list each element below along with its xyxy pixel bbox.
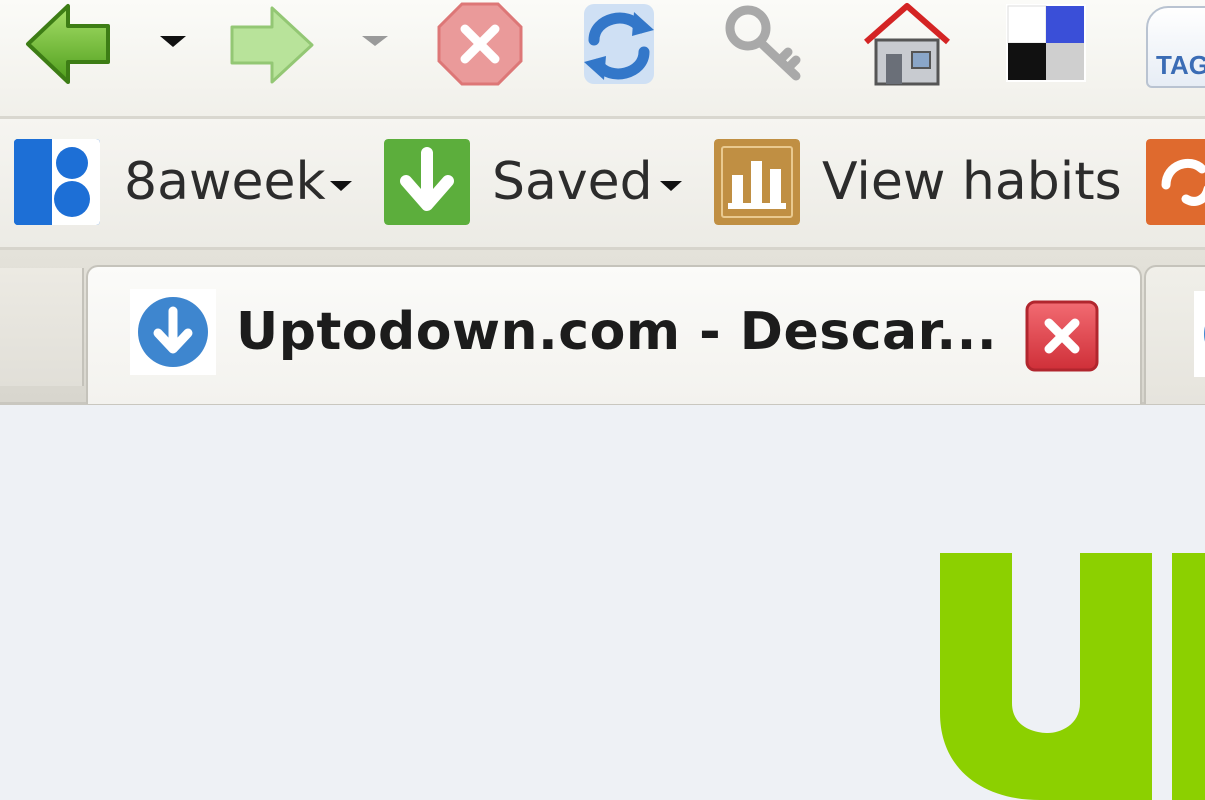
bookmark-label: 8aweek bbox=[124, 152, 326, 212]
home-icon[interactable] bbox=[862, 0, 952, 88]
tag-icon[interactable]: TAG bbox=[1146, 6, 1205, 88]
chevron-down-icon bbox=[330, 181, 352, 191]
page-content bbox=[0, 405, 1205, 800]
sync-icon[interactable] bbox=[1146, 139, 1205, 225]
tab-title: Uptodown.com - Descar... bbox=[236, 302, 996, 362]
forward-history-dropdown[interactable] bbox=[362, 36, 388, 46]
back-history-dropdown[interactable] bbox=[160, 36, 186, 47]
8aweek-icon bbox=[14, 139, 100, 225]
tab-next[interactable] bbox=[1144, 265, 1205, 404]
uptodown-logo[interactable] bbox=[940, 553, 1205, 800]
delicious-icon[interactable] bbox=[1004, 2, 1088, 84]
navigation-toolbar: TAG bbox=[0, 0, 1205, 119]
forward-arrow-icon[interactable] bbox=[226, 4, 316, 86]
bar-chart-icon bbox=[714, 139, 800, 225]
close-icon[interactable] bbox=[1024, 299, 1100, 373]
bookmarks-toolbar: 8aweek Saved View habits bbox=[0, 119, 1205, 250]
tab-favicon-icon bbox=[1194, 291, 1205, 377]
bookmark-label: View habits bbox=[822, 152, 1122, 212]
stop-icon[interactable] bbox=[435, 0, 525, 88]
tab-inactive[interactable] bbox=[0, 268, 84, 386]
saved-download-icon bbox=[384, 139, 470, 225]
tag-icon-label: TAG bbox=[1156, 50, 1205, 80]
chevron-down-icon bbox=[660, 181, 682, 191]
tab-uptodown[interactable]: Uptodown.com - Descar... bbox=[86, 265, 1142, 404]
back-arrow-icon[interactable] bbox=[24, 2, 114, 86]
bookmark-label: Saved bbox=[492, 152, 653, 212]
key-icon[interactable] bbox=[722, 4, 804, 84]
tab-strip: Uptodown.com - Descar... bbox=[0, 250, 1205, 405]
uptodown-download-icon bbox=[130, 289, 216, 375]
reload-icon[interactable] bbox=[578, 0, 660, 88]
